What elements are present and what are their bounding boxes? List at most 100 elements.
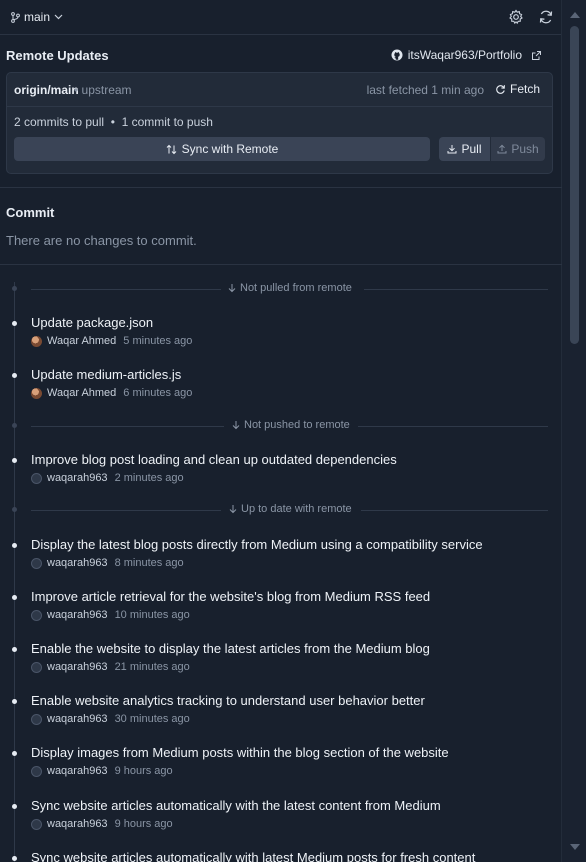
commit-counts: 2 commits to pull • 1 commit to push	[14, 115, 213, 129]
commit-row[interactable]: Sync website articles automatically with…	[0, 850, 562, 862]
author-avatar	[31, 609, 42, 621]
vertical-scrollbar[interactable]	[561, 0, 586, 862]
commit-row[interactable]: Display images from Medium posts within …	[0, 745, 562, 787]
commit-dot	[12, 856, 17, 861]
sync-label: Sync with Remote	[181, 142, 279, 156]
commit-time: 21 minutes ago	[114, 661, 190, 673]
refresh-icon[interactable]	[538, 9, 554, 25]
origin-branch: origin/main	[14, 83, 79, 97]
commit-row[interactable]: Display the latest blog posts directly f…	[0, 537, 562, 579]
scroll-up-arrow-icon[interactable]	[570, 12, 580, 18]
no-changes-message: There are no changes to commit.	[6, 233, 197, 248]
author-avatar	[31, 335, 42, 347]
push-button[interactable]: Push	[491, 137, 545, 161]
last-fetched-text: last fetched 1 min ago	[366, 83, 484, 97]
commit-dot	[12, 699, 17, 704]
commit-row[interactable]: Update package.json Waqar Ahmed 5 minute…	[0, 315, 562, 357]
author-avatar	[31, 472, 42, 484]
divider	[0, 187, 562, 188]
commit-message: Enable website analytics tracking to und…	[31, 693, 425, 708]
commit-time: 30 minutes ago	[114, 713, 190, 725]
commit-time: 5 minutes ago	[123, 335, 193, 347]
commit-dot	[12, 458, 17, 463]
scroll-down-arrow-icon[interactable]	[570, 844, 580, 850]
commit-message: Display the latest blog posts directly f…	[31, 537, 483, 552]
separator-label: Not pulled from remote	[240, 282, 352, 294]
fetch-label: Fetch	[509, 82, 540, 96]
divider	[0, 264, 562, 265]
commit-message: Update medium-articles.js	[31, 367, 182, 382]
commit-author: waqarah963	[47, 609, 108, 621]
commit-author: waqarah963	[47, 765, 108, 777]
commit-message: Improve blog post loading and clean up o…	[31, 452, 397, 467]
commit-time: 9 hours ago	[114, 818, 173, 830]
author-avatar	[31, 818, 42, 830]
commit-author: waqarah963	[47, 557, 108, 569]
separator-label: Up to date with remote	[241, 503, 352, 515]
commit-row[interactable]: Improve article retrieval for the websit…	[0, 589, 562, 631]
branch-name: main	[24, 10, 51, 24]
timeline-marker	[12, 423, 17, 428]
pull-button[interactable]: Pull	[439, 137, 490, 161]
author-avatar	[31, 765, 42, 777]
commit-row[interactable]: Enable the website to display the latest…	[0, 641, 562, 683]
github-icon	[391, 49, 403, 61]
commit-message: Improve article retrieval for the websit…	[31, 589, 431, 604]
separator-not-pushed: Not pushed to remote	[0, 419, 562, 433]
timeline-marker	[12, 507, 17, 512]
fetch-refresh-icon	[496, 84, 505, 94]
download-icon	[447, 145, 457, 154]
commit-dot	[12, 543, 17, 548]
pull-label: Pull	[461, 142, 482, 156]
author-avatar	[31, 713, 42, 725]
upstream-label: • upstream	[74, 83, 132, 97]
upload-icon	[497, 144, 507, 154]
commit-time: 2 minutes ago	[114, 472, 184, 484]
commit-author: Waqar Ahmed	[47, 335, 117, 347]
commit-author: waqarah963	[47, 472, 108, 484]
sync-arrows-icon	[166, 144, 176, 154]
fetch-button[interactable]: Fetch	[495, 82, 540, 96]
repo-link[interactable]: itsWaqar963/Portfolio	[391, 48, 542, 62]
top-bar: main	[0, 0, 562, 35]
separator-up-to-date: Up to date with remote	[0, 503, 562, 517]
sync-with-remote-button[interactable]: Sync with Remote	[14, 137, 430, 161]
commit-message: Sync website articles automatically with…	[31, 798, 441, 813]
chevron-down-icon	[54, 14, 63, 20]
remote-header-row: origin/main • upstream last fetched 1 mi…	[7, 73, 552, 107]
commit-time: 10 minutes ago	[114, 609, 190, 621]
commit-time: 9 hours ago	[114, 765, 173, 777]
commit-message: Enable the website to display the latest…	[31, 641, 430, 656]
commit-time: 6 minutes ago	[123, 387, 193, 399]
repo-name: itsWaqar963/Portfolio	[407, 48, 522, 62]
remote-updates-title: Remote Updates	[6, 48, 109, 63]
commit-row[interactable]: Enable website analytics tracking to und…	[0, 693, 562, 735]
commit-row[interactable]: Update medium-articles.js Waqar Ahmed 6 …	[0, 367, 562, 409]
scroll-thumb[interactable]	[570, 26, 579, 344]
push-label: Push	[511, 142, 539, 156]
commit-author: waqarah963	[47, 713, 108, 725]
commit-dot	[12, 321, 17, 326]
commit-row[interactable]: Sync website articles automatically with…	[0, 798, 562, 840]
commit-author: waqarah963	[47, 661, 108, 673]
commit-author: Waqar Ahmed	[47, 387, 117, 399]
arrow-down-icon	[229, 505, 237, 514]
separator-label: Not pushed to remote	[244, 419, 350, 431]
commit-message: Sync website articles automatically with…	[31, 850, 476, 862]
git-branch-icon	[11, 11, 20, 23]
settings-gear-icon[interactable]	[508, 9, 524, 25]
timeline-marker	[12, 286, 17, 291]
separator-not-pulled: Not pulled from remote	[0, 282, 562, 296]
commit-dot	[12, 647, 17, 652]
arrow-down-icon	[228, 284, 236, 293]
branch-selector[interactable]: main	[10, 10, 63, 24]
commit-section-title: Commit	[6, 205, 55, 220]
commit-message: Update package.json	[31, 315, 154, 330]
author-avatar	[31, 557, 42, 569]
commit-time: 8 minutes ago	[114, 557, 184, 569]
commit-dot	[12, 804, 17, 809]
commit-dot	[12, 373, 17, 378]
commit-dot	[12, 595, 17, 600]
commit-message: Display images from Medium posts within …	[31, 745, 449, 760]
commit-row[interactable]: Improve blog post loading and clean up o…	[0, 452, 562, 494]
